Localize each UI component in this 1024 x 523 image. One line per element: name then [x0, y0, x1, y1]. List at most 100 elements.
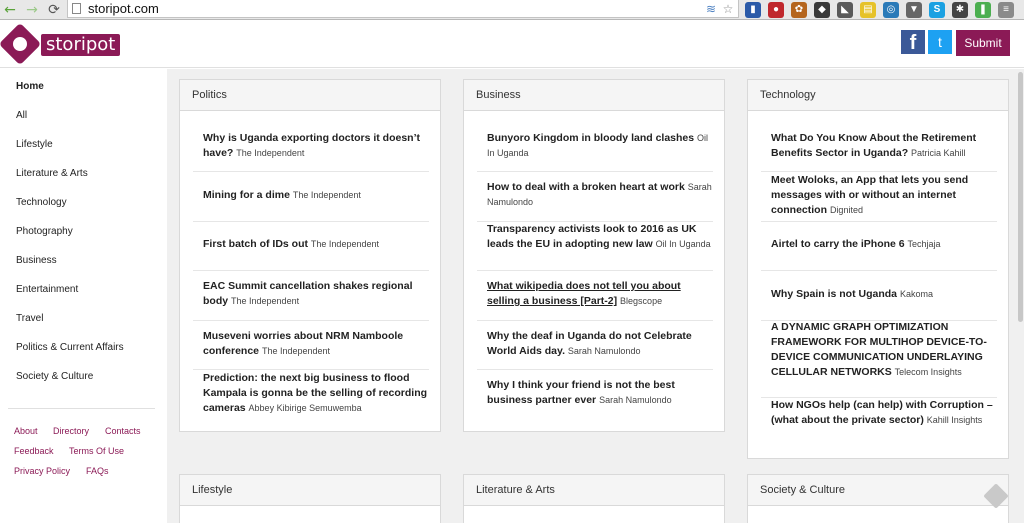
- tag-extension-icon[interactable]: ◣: [837, 2, 853, 18]
- story-title[interactable]: Bunyoro Kingdom in bloody land clashes: [487, 132, 694, 144]
- category-card-society-culture: Society & Culture: [747, 474, 1009, 523]
- chart-extension-icon[interactable]: ▮: [745, 2, 761, 18]
- evernote-extension-icon[interactable]: ❚: [975, 2, 991, 18]
- page-icon: [72, 3, 81, 14]
- story-source[interactable]: Kahill Insights: [927, 415, 983, 425]
- story-source[interactable]: Oil In Uganda: [656, 239, 711, 249]
- card-title[interactable]: Lifestyle: [180, 475, 440, 506]
- story-title[interactable]: Why Spain is not Uganda: [771, 288, 897, 300]
- sidebar-item-society-culture[interactable]: Society & Culture: [16, 371, 93, 383]
- sidebar-item-politics[interactable]: Politics & Current Affairs: [16, 342, 124, 354]
- story-source[interactable]: The Independent: [311, 239, 379, 249]
- rss-icon[interactable]: ≋: [704, 2, 718, 16]
- footer-link-faqs[interactable]: FAQs: [86, 466, 109, 477]
- sidebar-item-home[interactable]: Home: [16, 81, 44, 93]
- story-source[interactable]: Kakoma: [900, 289, 933, 299]
- sidebar-item-technology[interactable]: Technology: [16, 197, 67, 209]
- story-item[interactable]: What wikipedia does not tell you about s…: [487, 279, 713, 309]
- story-source[interactable]: Sarah Namulondo: [599, 395, 672, 405]
- footer-link-contacts[interactable]: Contacts: [105, 426, 141, 437]
- story-item[interactable]: Why Spain is not Uganda Kakoma: [771, 287, 997, 302]
- footer-link-feedback[interactable]: Feedback: [14, 446, 54, 457]
- note-extension-icon[interactable]: ▤: [860, 2, 876, 18]
- story-source[interactable]: The Independent: [231, 296, 299, 306]
- story-item[interactable]: How to deal with a broken heart at work …: [487, 180, 713, 210]
- story-item[interactable]: Transparency activists look to 2016 as U…: [487, 222, 713, 252]
- story-source[interactable]: Dignited: [830, 205, 863, 215]
- card-title[interactable]: Politics: [180, 80, 440, 111]
- story-item[interactable]: What Do You Know About the Retirement Be…: [771, 131, 997, 161]
- sidebar-item-business[interactable]: Business: [16, 255, 57, 267]
- category-card-business: Business Bunyoro Kingdom in bloody land …: [463, 79, 725, 432]
- footer-link-privacy[interactable]: Privacy Policy: [14, 466, 70, 477]
- story-source[interactable]: Blegscope: [620, 296, 662, 306]
- storipot-logo-icon[interactable]: [0, 22, 42, 66]
- sidebar: Home All Lifestyle Literature & Arts Tec…: [0, 69, 167, 523]
- footer-link-terms[interactable]: Terms Of Use: [69, 446, 124, 457]
- card-title[interactable]: Technology: [748, 80, 1008, 111]
- story-item[interactable]: First batch of IDs out The Independent: [203, 237, 429, 252]
- sidebar-item-all[interactable]: All: [16, 110, 27, 122]
- category-card-literature-arts: Literature & Arts: [463, 474, 725, 523]
- sidebar-item-lifestyle[interactable]: Lifestyle: [16, 139, 53, 151]
- story-item[interactable]: Museveni worries about NRM Namboole conf…: [203, 329, 429, 359]
- story-title[interactable]: How to deal with a broken heart at work: [487, 181, 685, 193]
- card-title[interactable]: Society & Culture: [748, 475, 1008, 506]
- story-item[interactable]: Mining for a dime The Independent: [203, 188, 429, 203]
- story-title[interactable]: Airtel to carry the iPhone 6: [771, 238, 905, 250]
- browser-toolbar: ← → ⟳ storipot.com ≋ ☆ ▮ ● ✿ ◆ ◣ ▤ ◎ ▼ S ✱ ❚ ≡: [0, 0, 1024, 20]
- story-item[interactable]: Why the deaf in Uganda do not Celebrate …: [487, 329, 713, 359]
- site-header: storipot f t Submit: [0, 21, 1024, 68]
- facebook-icon[interactable]: f: [901, 30, 925, 54]
- story-item[interactable]: How NGOs help (can help) with Corruption…: [771, 398, 997, 428]
- story-item[interactable]: EAC Summit cancellation shakes regional …: [203, 279, 429, 309]
- story-source[interactable]: Abbey Kibirige Semuwemba: [249, 403, 362, 413]
- menu-extension-icon[interactable]: ≡: [998, 2, 1014, 18]
- story-item[interactable]: Why is Uganda exporting doctors it doesn…: [203, 131, 429, 161]
- gear-extension-icon[interactable]: ✱: [952, 2, 968, 18]
- bookmark-star-icon[interactable]: ☆: [721, 2, 735, 16]
- scrollbar-thumb[interactable]: [1018, 72, 1023, 322]
- submit-button[interactable]: Submit: [956, 30, 1010, 56]
- story-title[interactable]: First batch of IDs out: [203, 238, 308, 250]
- story-source[interactable]: The Independent: [236, 148, 304, 158]
- story-source[interactable]: The Independent: [293, 190, 361, 200]
- story-item[interactable]: Bunyoro Kingdom in bloody land clashes O…: [487, 131, 713, 161]
- pocket-extension-icon[interactable]: ▼: [906, 2, 922, 18]
- story-item[interactable]: Airtel to carry the iPhone 6 Techjaja: [771, 237, 997, 252]
- category-card-lifestyle: Lifestyle: [179, 474, 441, 523]
- twitter-icon[interactable]: t: [928, 30, 952, 54]
- globe-extension-icon[interactable]: ◎: [883, 2, 899, 18]
- story-source[interactable]: The Independent: [262, 346, 330, 356]
- card-title[interactable]: Literature & Arts: [464, 475, 724, 506]
- sidebar-divider: [8, 408, 155, 409]
- story-source[interactable]: Techjaja: [908, 239, 941, 249]
- story-item[interactable]: Prediction: the next big business to flo…: [203, 371, 429, 416]
- sidebar-item-photography[interactable]: Photography: [16, 226, 73, 238]
- footer-link-directory[interactable]: Directory: [53, 426, 89, 437]
- story-title[interactable]: Mining for a dime: [203, 189, 290, 201]
- sidebar-item-travel[interactable]: Travel: [16, 313, 43, 325]
- back-icon[interactable]: ←: [2, 2, 18, 18]
- forward-icon[interactable]: →: [24, 2, 40, 18]
- sidebar-item-entertainment[interactable]: Entertainment: [16, 284, 78, 296]
- reload-icon[interactable]: ⟳: [46, 2, 62, 18]
- shield-extension-icon[interactable]: ◆: [814, 2, 830, 18]
- story-item[interactable]: A DYNAMIC GRAPH OPTIMIZATION FRAMEWORK F…: [771, 320, 997, 380]
- skype-extension-icon[interactable]: S: [929, 2, 945, 18]
- category-card-technology: Technology What Do You Know About the Re…: [747, 79, 1009, 459]
- card-title[interactable]: Business: [464, 80, 724, 111]
- story-source[interactable]: Patricia Kahill: [911, 148, 966, 158]
- story-title[interactable]: Meet Woloks, an App that lets you send m…: [771, 174, 968, 216]
- footer-link-about[interactable]: About: [14, 426, 38, 437]
- address-bar[interactable]: storipot.com ≋ ☆: [67, 0, 739, 18]
- story-source[interactable]: Sarah Namulondo: [568, 346, 641, 356]
- lastpass-extension-icon[interactable]: ●: [768, 2, 784, 18]
- story-source[interactable]: Telecom Insights: [895, 367, 962, 377]
- ladybug-extension-icon[interactable]: ✿: [791, 2, 807, 18]
- site-logo[interactable]: storipot: [41, 34, 121, 56]
- url-text[interactable]: storipot.com: [88, 0, 159, 17]
- story-item[interactable]: Why I think your friend is not the best …: [487, 378, 713, 408]
- sidebar-item-literature-arts[interactable]: Literature & Arts: [16, 168, 88, 180]
- story-item[interactable]: Meet Woloks, an App that lets you send m…: [771, 173, 997, 218]
